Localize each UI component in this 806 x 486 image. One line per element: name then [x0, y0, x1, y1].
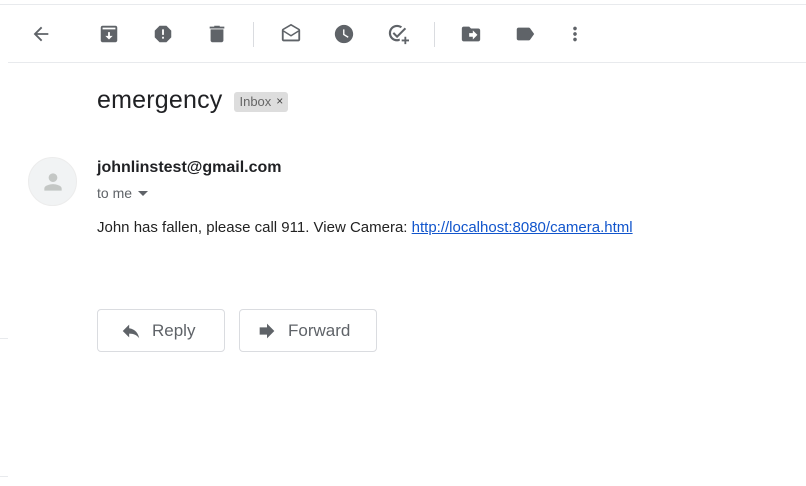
edge-divider [0, 476, 8, 477]
sender-email[interactable]: johnlinstest@gmail.com [97, 159, 282, 177]
email-view: emergency Inbox × johnlinstest@gmail.com… [0, 0, 806, 486]
clock-icon [334, 24, 354, 44]
mark-unread-icon [281, 23, 301, 42]
inbox-label-chip[interactable]: Inbox × [234, 91, 289, 112]
archive-button[interactable] [91, 16, 127, 52]
move-to-icon [461, 26, 481, 42]
recipient-text: to me [97, 185, 133, 201]
trash-icon [209, 25, 225, 43]
body-text: John has fallen, please call 911. View C… [97, 219, 412, 236]
recipient-line: to me [97, 185, 149, 201]
report-spam-icon [154, 25, 172, 43]
label-chip-text: Inbox [239, 93, 272, 109]
reply-label: Reply [152, 320, 196, 340]
report-spam-button[interactable] [145, 16, 181, 52]
forward-button[interactable]: Forward [239, 309, 377, 352]
reply-button[interactable]: Reply [97, 309, 225, 352]
reply-icon [122, 324, 140, 338]
remove-label-icon[interactable]: × [276, 94, 283, 108]
email-toolbar [8, 5, 806, 63]
avatar[interactable] [28, 157, 77, 206]
label-icon [516, 27, 535, 41]
back-button[interactable] [23, 16, 59, 52]
details-dropdown-icon[interactable] [138, 190, 149, 196]
mark-unread-button[interactable] [273, 16, 309, 52]
arrow-back-icon [33, 26, 49, 42]
add-to-tasks-button[interactable] [380, 16, 416, 52]
archive-icon [100, 25, 118, 43]
toolbar-separator [253, 22, 254, 47]
labels-button[interactable] [507, 16, 543, 52]
add-task-icon [388, 24, 409, 45]
snooze-button[interactable] [326, 16, 362, 52]
camera-link[interactable]: http://localhost:8080/camera.html [412, 219, 633, 236]
edge-divider [0, 338, 8, 339]
more-vert-icon [573, 26, 577, 42]
email-subject: emergency [97, 86, 223, 114]
person-icon [43, 172, 62, 191]
forward-icon [259, 323, 275, 338]
delete-button[interactable] [199, 16, 235, 52]
move-to-button[interactable] [453, 16, 489, 52]
toolbar-separator [434, 22, 435, 47]
more-button[interactable] [557, 16, 593, 52]
forward-label: Forward [288, 320, 351, 340]
email-body: John has fallen, please call 911. View C… [97, 219, 633, 236]
subject-row: emergency Inbox × [97, 86, 289, 115]
